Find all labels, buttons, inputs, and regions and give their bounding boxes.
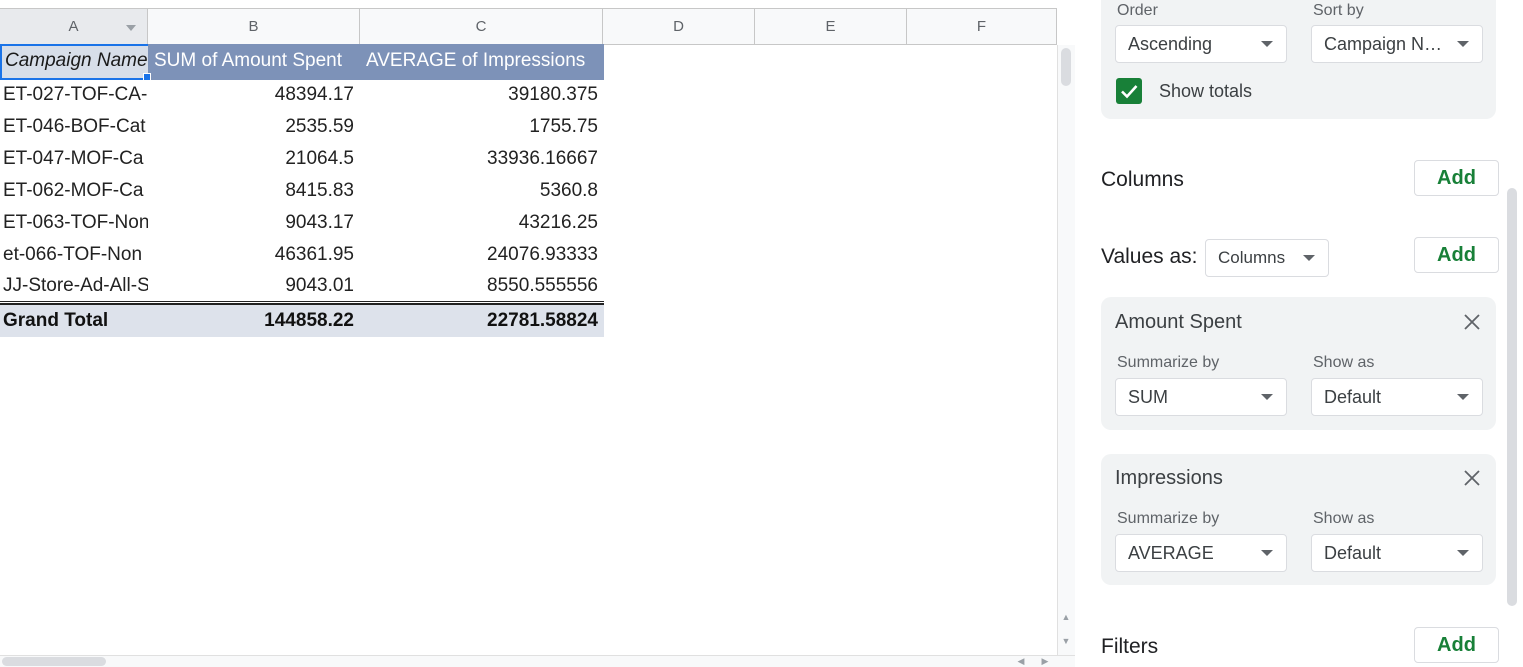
value-field-title: Impressions [1115,467,1223,489]
values-as-dropdown[interactable]: Columns [1205,239,1329,277]
grand-total-label[interactable]: Grand Total [0,305,148,337]
horizontal-scroll-thumb[interactable] [2,657,106,666]
add-column-button[interactable]: Add [1414,160,1499,196]
campaign-name-cell[interactable]: JJ-Store-Ad-All-S [0,270,148,302]
chevron-down-icon [1457,394,1469,400]
add-filter-button[interactable]: Add [1414,627,1499,663]
amount-spent-cell[interactable]: 48394.17 [148,79,360,111]
order-dropdown[interactable]: Ascending [1115,25,1287,63]
column-header-c[interactable]: C [360,9,603,45]
filter-dropdown-icon[interactable] [123,21,139,35]
column-letter: C [475,18,487,35]
columns-section-title: Columns [1101,168,1184,191]
chevron-down-icon [1261,41,1273,47]
chevron-down-icon [1457,550,1469,556]
campaign-name-cell[interactable]: ET-047-MOF-Ca [0,143,148,175]
value-field-title: Amount Spent [1115,311,1242,333]
header-cell-sum-amount-spent[interactable]: SUM of Amount Spent [148,44,360,80]
panel-scroll-thumb[interactable] [1507,188,1517,606]
selected-cell-a1[interactable]: Campaign Name [0,44,150,80]
column-letter: A [68,18,79,35]
column-header-e[interactable]: E [755,9,907,45]
add-value-button[interactable]: Add [1414,237,1499,273]
impressions-cell[interactable]: 39180.375 [360,79,604,111]
chevron-down-icon [1261,550,1273,556]
campaign-name-cell[interactable]: et-066-TOF-Non [0,239,148,271]
sort-by-dropdown[interactable]: Campaign Name [1311,25,1483,63]
column-letter: B [248,18,259,35]
vertical-scroll-thumb[interactable] [1061,48,1071,86]
sort-by-label: Sort by [1313,2,1364,19]
spreadsheet-grid: A B C D E F Campaign Name SUM of Amount … [0,0,1075,667]
amount-spent-cell[interactable]: 9043.01 [148,270,360,302]
campaign-name-cell[interactable]: ET-027-TOF-CA- [0,79,148,111]
amount-spent-cell[interactable]: 46361.95 [148,239,360,271]
scroll-down-icon[interactable]: ▼ [1057,633,1075,649]
grand-total-amount-spent[interactable]: 144858.22 [148,305,360,337]
scroll-up-icon[interactable]: ▲ [1057,609,1075,625]
show-totals-label: Show totals [1159,81,1253,101]
chevron-down-icon [1261,394,1273,400]
campaign-name-cell[interactable]: ET-046-BOF-Cat [0,111,148,143]
checkmark-icon [1121,85,1138,99]
impressions-cell[interactable]: 8550.555556 [360,270,604,302]
column-header-f[interactable]: F [907,9,1057,45]
impressions-cell[interactable]: 33936.16667 [360,143,604,175]
formula-area-edge [0,0,1057,9]
chevron-down-icon [1303,255,1315,261]
campaign-name-cell[interactable]: ET-063-TOF-Non [0,207,148,239]
amount-spent-cell[interactable]: 21064.5 [148,143,360,175]
amount-spent-cell[interactable]: 8415.83 [148,175,360,207]
column-header-d[interactable]: D [603,9,755,45]
column-header-b[interactable]: B [148,9,360,45]
close-icon[interactable] [1462,468,1482,488]
grand-total-impressions[interactable]: 22781.58824 [360,305,604,337]
impressions-cell[interactable]: 24076.93333 [360,239,604,271]
show-as-label: Show as [1313,354,1375,371]
impressions-cell[interactable]: 43216.25 [360,207,604,239]
amount-spent-cell[interactable]: 2535.59 [148,111,360,143]
scroll-left-icon[interactable]: ◀ [1013,655,1029,667]
column-header-a[interactable]: A [0,9,148,45]
order-label: Order [1117,2,1158,19]
scroll-right-icon[interactable]: ▶ [1037,655,1053,667]
show-as-dropdown[interactable]: Default [1311,534,1483,572]
show-as-label: Show as [1313,510,1375,527]
column-letter: D [673,18,684,35]
impressions-cell[interactable]: 5360.8 [360,175,604,207]
pivot-table-editor-panel: Order Sort by Ascending Campaign Name Sh… [1075,0,1523,667]
summarize-by-label: Summarize by [1117,510,1220,527]
show-as-dropdown[interactable]: Default [1311,378,1483,416]
campaign-name-cell[interactable]: ET-062-MOF-Ca [0,175,148,207]
column-letter: F [976,18,987,35]
close-icon[interactable] [1462,312,1482,332]
chevron-down-icon [1457,41,1469,47]
header-cell-average-impressions[interactable]: AVERAGE of Impressions [360,44,604,80]
vertical-scrollbar[interactable] [1057,45,1075,655]
summarize-by-label: Summarize by [1117,354,1220,371]
filters-section-title: Filters [1101,635,1159,658]
amount-spent-cell[interactable]: 9043.17 [148,207,360,239]
summarize-by-dropdown[interactable]: AVERAGE [1115,534,1287,572]
summarize-by-dropdown[interactable]: SUM [1115,378,1287,416]
values-section-title: Values as: [1101,245,1198,268]
horizontal-scrollbar[interactable] [0,655,1075,667]
column-letter: E [825,18,836,35]
impressions-cell[interactable]: 1755.75 [360,111,604,143]
show-totals-checkbox[interactable] [1116,78,1142,104]
